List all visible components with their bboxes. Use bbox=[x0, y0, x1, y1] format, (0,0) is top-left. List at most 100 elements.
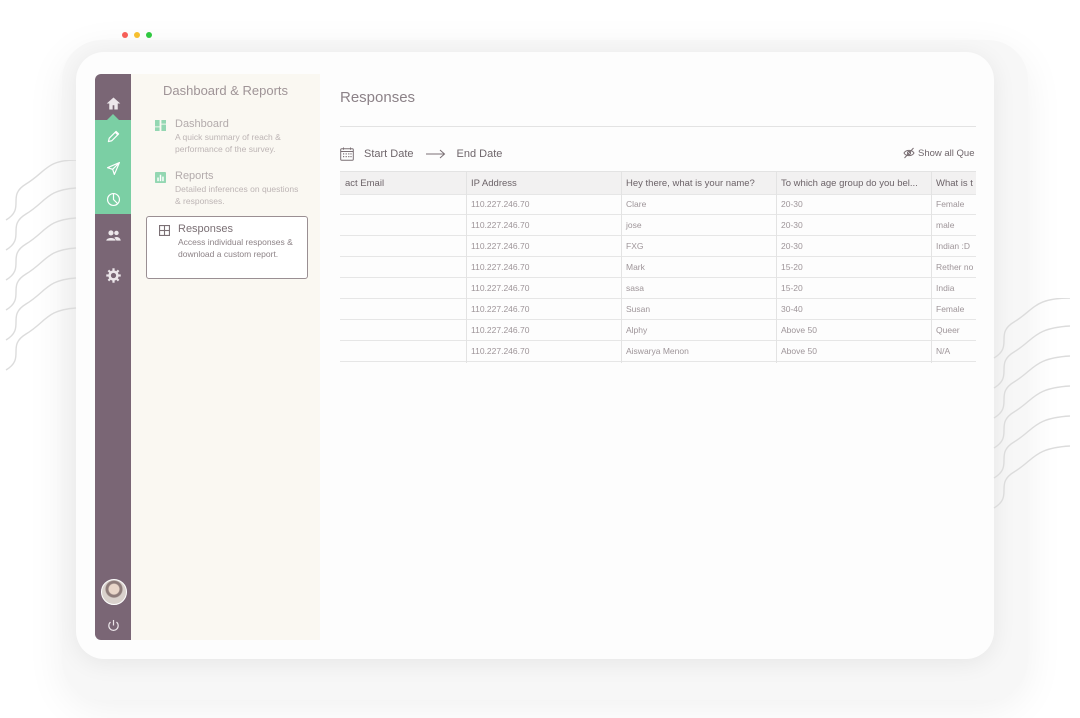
subnav-item-label: Reports bbox=[175, 170, 214, 182]
table-cell: Indian :D bbox=[936, 240, 971, 251]
dashboard-icon bbox=[155, 120, 166, 131]
table-row[interactable]: 110.227.246.70 Aiswarya Menon Above 50 N/A bbox=[340, 340, 976, 362]
table-cell bbox=[340, 340, 466, 361]
column-header[interactable]: Hey there, what is your name? bbox=[621, 172, 776, 194]
rail-item-home[interactable] bbox=[95, 87, 131, 119]
rail-item-reports[interactable] bbox=[95, 183, 131, 215]
rail-item-send[interactable] bbox=[95, 152, 131, 184]
column-header[interactable]: act Email bbox=[340, 172, 466, 194]
decorative-waves-right bbox=[993, 298, 1071, 509]
pie-chart-icon bbox=[106, 192, 120, 206]
table-cell: 110.227.246.70 bbox=[471, 261, 530, 272]
table-cell: Above 50 bbox=[781, 324, 817, 335]
table-cell: 20-30 bbox=[781, 219, 803, 230]
column-divider bbox=[621, 171, 622, 363]
table-row[interactable]: 110.227.246.70 jose 20-30 male bbox=[340, 214, 976, 236]
table-cell bbox=[340, 214, 466, 235]
table-cell: Rether no bbox=[936, 261, 974, 272]
subnav-item-description: Access individual responses & download a… bbox=[178, 237, 293, 259]
show-all-questions-toggle[interactable]: Show all Que bbox=[903, 147, 975, 159]
table-row[interactable]: 110.227.246.70 sasa 15-20 India bbox=[340, 277, 976, 299]
table-cell: India bbox=[936, 282, 955, 293]
show-all-label: Show all Que bbox=[918, 147, 975, 159]
title-divider bbox=[340, 126, 976, 127]
table-cell bbox=[340, 319, 466, 340]
table-cell: 110.227.246.70 bbox=[471, 240, 530, 251]
table-cell: 110.227.246.70 bbox=[471, 198, 530, 209]
table-cell bbox=[340, 277, 466, 298]
table-row[interactable]: 110.227.246.70 Susan 30-40 Female bbox=[340, 298, 976, 320]
main-content: Responses Start Date End Date Show all Q… bbox=[320, 74, 976, 640]
decorative-waves-left bbox=[5, 160, 77, 371]
table-cell: 110.227.246.70 bbox=[471, 324, 530, 335]
column-divider bbox=[931, 171, 932, 363]
table-row[interactable]: 110.227.246.70 Alphy Above 50 Queer bbox=[340, 319, 976, 341]
end-date-field[interactable]: End Date bbox=[457, 148, 503, 160]
table-cell: sasa bbox=[626, 282, 644, 293]
table-cell: Aiswarya Menon bbox=[626, 345, 689, 356]
responses-table: act Email IP Address Hey there, what is yo… bbox=[340, 171, 976, 363]
table-cell: Above 50 bbox=[781, 345, 817, 356]
window-controls bbox=[122, 32, 152, 38]
table-cell: jose bbox=[626, 219, 642, 230]
calendar-icon[interactable] bbox=[340, 147, 354, 161]
table-row[interactable]: 110.227.246.70 FXG 20-30 Indian :D bbox=[340, 235, 976, 257]
subnav-panel: Dashboard & Reports Dashboard A quick su… bbox=[131, 74, 320, 640]
app-window: Dashboard & Reports Dashboard A quick su… bbox=[95, 74, 976, 640]
table-cell: Clare bbox=[626, 198, 647, 209]
people-icon bbox=[105, 229, 121, 241]
page-title: Responses bbox=[340, 89, 416, 106]
table-cell: Queer bbox=[936, 324, 960, 335]
subnav-item-reports[interactable]: Reports Detailed inferences on questions… bbox=[155, 170, 305, 206]
subnav-item-responses[interactable]: Responses Access individual responses & … bbox=[146, 216, 308, 279]
table-cell: Female bbox=[936, 303, 965, 314]
table-cell: 110.227.246.70 bbox=[471, 303, 530, 314]
icon-rail bbox=[95, 74, 131, 640]
table-row[interactable]: 110.227.246.70 Mark 15-20 Rether no bbox=[340, 256, 976, 278]
table-cell: N/A bbox=[936, 345, 951, 356]
table-cell: Female bbox=[936, 198, 965, 209]
send-icon bbox=[106, 161, 120, 175]
table-cell: 15-20 bbox=[781, 282, 803, 293]
table-cell: 110.227.246.70 bbox=[471, 282, 530, 293]
column-header[interactable]: What is t bbox=[931, 172, 976, 194]
subnav-item-description: A quick summary of reach & performance o… bbox=[175, 132, 281, 154]
pencil-icon bbox=[107, 130, 119, 142]
maximize-dot[interactable] bbox=[146, 32, 152, 38]
minimize-dot[interactable] bbox=[134, 32, 140, 38]
table-cell: Alphy bbox=[626, 324, 648, 335]
rail-item-people[interactable] bbox=[95, 219, 131, 251]
table-cell: Susan bbox=[626, 303, 651, 314]
eye-off-icon bbox=[903, 147, 915, 159]
date-filter: Start Date End Date bbox=[340, 146, 502, 162]
column-header[interactable]: IP Address bbox=[466, 172, 621, 194]
grid-icon bbox=[159, 225, 170, 236]
column-divider bbox=[466, 171, 467, 363]
table-cell: FXG bbox=[626, 240, 644, 251]
rail-item-settings[interactable] bbox=[95, 259, 131, 291]
table-cell: Mark bbox=[626, 261, 645, 272]
subnav-item-dashboard[interactable]: Dashboard A quick summary of reach & per… bbox=[155, 118, 305, 154]
rail-item-logout[interactable] bbox=[95, 609, 131, 640]
table-cell bbox=[340, 235, 466, 256]
start-date-field[interactable]: Start Date bbox=[364, 148, 414, 160]
table-cell: 110.227.246.70 bbox=[471, 219, 530, 230]
home-icon bbox=[106, 97, 120, 109]
table-cell: 110.227.246.70 bbox=[471, 345, 530, 356]
table-cell: 15-20 bbox=[781, 261, 803, 272]
bar-chart-icon bbox=[155, 172, 166, 183]
column-divider bbox=[776, 171, 777, 363]
table-cell: male bbox=[936, 219, 955, 230]
rail-item-edit[interactable] bbox=[95, 120, 131, 152]
table-cell bbox=[340, 193, 466, 214]
table-row[interactable]: 110.227.246.70 Clare 20-30 Female bbox=[340, 193, 976, 215]
column-header[interactable]: To which age group do you bel... bbox=[776, 172, 931, 194]
gear-icon bbox=[105, 267, 121, 283]
close-dot[interactable] bbox=[122, 32, 128, 38]
avatar[interactable] bbox=[101, 579, 127, 605]
table-cell bbox=[340, 298, 466, 319]
table-cell: 20-30 bbox=[781, 198, 803, 209]
table-header-row: act Email IP Address Hey there, what is yo… bbox=[340, 171, 976, 195]
power-icon bbox=[107, 619, 119, 631]
subnav-item-label: Dashboard bbox=[175, 118, 229, 130]
